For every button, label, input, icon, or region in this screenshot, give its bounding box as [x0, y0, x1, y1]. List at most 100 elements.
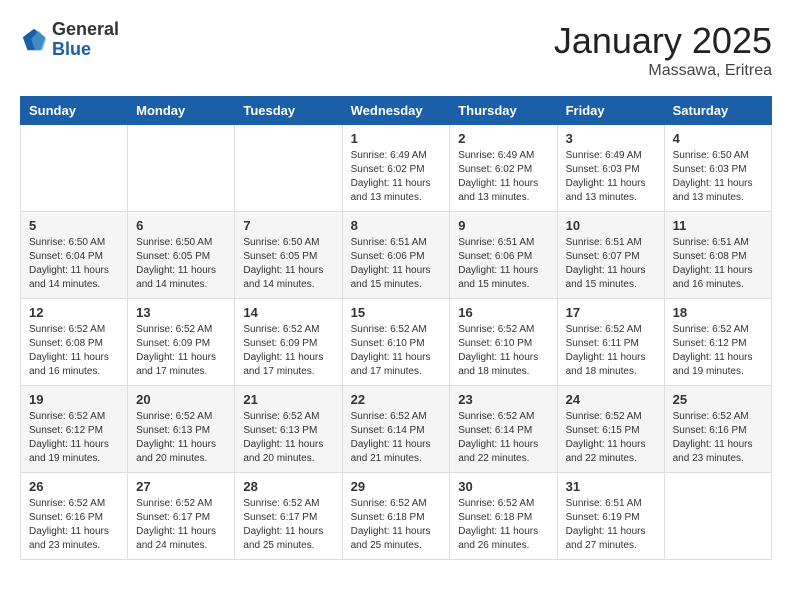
day-number: 17 — [566, 305, 656, 320]
day-content: Sunrise: 6:50 AM Sunset: 6:03 PM Dayligh… — [673, 149, 763, 205]
day-header-friday: Friday — [557, 97, 664, 125]
day-number: 14 — [243, 305, 333, 320]
day-number: 12 — [29, 305, 119, 320]
calendar-cell: 5 Sunrise: 6:50 AM Sunset: 6:04 PM Daylig… — [21, 212, 128, 299]
day-number: 15 — [351, 305, 442, 320]
calendar-cell: 10 Sunrise: 6:51 AM Sunset: 6:07 PM Dayli… — [557, 212, 664, 299]
day-content: Sunrise: 6:52 AM Sunset: 6:13 PM Dayligh… — [243, 410, 333, 466]
day-number: 7 — [243, 218, 333, 233]
day-number: 5 — [29, 218, 119, 233]
day-content: Sunrise: 6:52 AM Sunset: 6:16 PM Dayligh… — [673, 410, 763, 466]
day-number: 8 — [351, 218, 442, 233]
calendar-cell — [128, 125, 235, 212]
calendar-cell: 22Sunrise: 6:52 AM Sunset: 6:14 PM Dayli… — [342, 386, 450, 473]
day-content: Sunrise: 6:51 AM Sunset: 6:19 PM Dayligh… — [566, 497, 656, 553]
logo-general-text: General — [52, 20, 119, 40]
logo-blue-text: Blue — [52, 40, 119, 60]
logo: General Blue — [20, 20, 119, 60]
day-number: 6 — [136, 218, 226, 233]
day-content: Sunrise: 6:52 AM Sunset: 6:11 PM Dayligh… — [566, 323, 656, 379]
day-header-sunday: Sunday — [21, 97, 128, 125]
day-header-saturday: Saturday — [664, 97, 771, 125]
calendar-cell: 8 Sunrise: 6:51 AM Sunset: 6:06 PM Daylig… — [342, 212, 450, 299]
calendar-cell: 15 Sunrise: 6:52 AM Sunset: 6:10 PM Dayli… — [342, 299, 450, 386]
day-content: Sunrise: 6:52 AM Sunset: 6:17 PM Dayligh… — [243, 497, 333, 553]
calendar-cell: 30 Sunrise: 6:52 AM Sunset: 6:18 PM Dayli… — [450, 473, 557, 560]
calendar-cell: 23Sunrise: 6:52 AM Sunset: 6:14 PM Dayli… — [450, 386, 557, 473]
day-number: 1 — [351, 131, 442, 146]
calendar-cell: 1 Sunrise: 6:49 AM Sunset: 6:02 PM Daylig… — [342, 125, 450, 212]
calendar-cell: 25 Sunrise: 6:52 AM Sunset: 6:16 PM Dayli… — [664, 386, 771, 473]
calendar-cell: 16Sunrise: 6:52 AM Sunset: 6:10 PM Dayli… — [450, 299, 557, 386]
calendar-cell: 19 Sunrise: 6:52 AM Sunset: 6:12 PM Dayli… — [21, 386, 128, 473]
day-content: Sunrise: 6:52 AM Sunset: 6:13 PM Dayligh… — [136, 410, 226, 466]
calendar-cell: 21 Sunrise: 6:52 AM Sunset: 6:13 PM Dayli… — [235, 386, 342, 473]
day-number: 20 — [136, 392, 226, 407]
day-content: Sunrise: 6:49 AM Sunset: 6:02 PM Dayligh… — [351, 149, 442, 205]
day-content: Sunrise: 6:49 AM Sunset: 6:03 PM Dayligh… — [566, 149, 656, 205]
day-content: Sunrise: 6:51 AM Sunset: 6:08 PM Dayligh… — [673, 236, 763, 292]
calendar-cell: 27 Sunrise: 6:52 AM Sunset: 6:17 PM Dayli… — [128, 473, 235, 560]
calendar-cell: 3 Sunrise: 6:49 AM Sunset: 6:03 PM Daylig… — [557, 125, 664, 212]
day-content: Sunrise: 6:52 AM Sunset: 6:08 PM Dayligh… — [29, 323, 119, 379]
day-content: Sunrise: 6:50 AM Sunset: 6:05 PM Dayligh… — [243, 236, 333, 292]
day-number: 21 — [243, 392, 333, 407]
day-number: 23 — [458, 392, 548, 407]
day-number: 31 — [566, 479, 656, 494]
day-number: 27 — [136, 479, 226, 494]
calendar-cell: 2Sunrise: 6:49 AM Sunset: 6:02 PM Daylig… — [450, 125, 557, 212]
day-number: 19 — [29, 392, 119, 407]
day-number: 30 — [458, 479, 548, 494]
day-content: Sunrise: 6:49 AM Sunset: 6:02 PM Dayligh… — [458, 149, 548, 205]
day-content: Sunrise: 6:52 AM Sunset: 6:17 PM Dayligh… — [136, 497, 226, 553]
day-header-monday: Monday — [128, 97, 235, 125]
day-content: Sunrise: 6:52 AM Sunset: 6:09 PM Dayligh… — [136, 323, 226, 379]
day-content: Sunrise: 6:51 AM Sunset: 6:06 PM Dayligh… — [351, 236, 442, 292]
day-content: Sunrise: 6:52 AM Sunset: 6:14 PM Dayligh… — [351, 410, 442, 466]
day-content: Sunrise: 6:50 AM Sunset: 6:04 PM Dayligh… — [29, 236, 119, 292]
day-number: 4 — [673, 131, 763, 146]
calendar-cell: 9Sunrise: 6:51 AM Sunset: 6:06 PM Daylig… — [450, 212, 557, 299]
logo-icon — [20, 26, 48, 54]
day-number: 13 — [136, 305, 226, 320]
title-block: January 2025 Massawa, Eritrea — [554, 20, 772, 80]
calendar-cell: 26 Sunrise: 6:52 AM Sunset: 6:16 PM Dayli… — [21, 473, 128, 560]
day-number: 11 — [673, 218, 763, 233]
day-content: Sunrise: 6:52 AM Sunset: 6:12 PM Dayligh… — [673, 323, 763, 379]
day-header-tuesday: Tuesday — [235, 97, 342, 125]
calendar-cell: 20 Sunrise: 6:52 AM Sunset: 6:13 PM Dayli… — [128, 386, 235, 473]
calendar-week-2: 5 Sunrise: 6:50 AM Sunset: 6:04 PM Daylig… — [21, 212, 772, 299]
calendar-cell: 18 Sunrise: 6:52 AM Sunset: 6:12 PM Dayli… — [664, 299, 771, 386]
calendar-cell: 6 Sunrise: 6:50 AM Sunset: 6:05 PM Daylig… — [128, 212, 235, 299]
calendar-header-row: SundayMondayTuesdayWednesdayThursdayFrid… — [21, 97, 772, 125]
day-number: 26 — [29, 479, 119, 494]
day-number: 18 — [673, 305, 763, 320]
day-content: Sunrise: 6:51 AM Sunset: 6:07 PM Dayligh… — [566, 236, 656, 292]
calendar-location: Massawa, Eritrea — [554, 62, 772, 80]
day-content: Sunrise: 6:52 AM Sunset: 6:09 PM Dayligh… — [243, 323, 333, 379]
calendar-cell — [21, 125, 128, 212]
day-number: 29 — [351, 479, 442, 494]
calendar-cell: 11 Sunrise: 6:51 AM Sunset: 6:08 PM Dayli… — [664, 212, 771, 299]
day-number: 10 — [566, 218, 656, 233]
day-content: Sunrise: 6:52 AM Sunset: 6:18 PM Dayligh… — [458, 497, 548, 553]
day-number: 3 — [566, 131, 656, 146]
calendar-cell: 12 Sunrise: 6:52 AM Sunset: 6:08 PM Dayli… — [21, 299, 128, 386]
calendar-cell: 13 Sunrise: 6:52 AM Sunset: 6:09 PM Dayli… — [128, 299, 235, 386]
calendar-cell — [664, 473, 771, 560]
day-header-wednesday: Wednesday — [342, 97, 450, 125]
calendar-cell: 28Sunrise: 6:52 AM Sunset: 6:17 PM Dayli… — [235, 473, 342, 560]
page-header: General Blue January 2025 Massawa, Eritr… — [20, 20, 772, 80]
calendar-cell: 24Sunrise: 6:52 AM Sunset: 6:15 PM Dayli… — [557, 386, 664, 473]
day-content: Sunrise: 6:52 AM Sunset: 6:10 PM Dayligh… — [458, 323, 548, 379]
day-content: Sunrise: 6:52 AM Sunset: 6:10 PM Dayligh… — [351, 323, 442, 379]
calendar-cell: 7 Sunrise: 6:50 AM Sunset: 6:05 PM Daylig… — [235, 212, 342, 299]
day-number: 25 — [673, 392, 763, 407]
day-content: Sunrise: 6:52 AM Sunset: 6:12 PM Dayligh… — [29, 410, 119, 466]
calendar-cell: 29Sunrise: 6:52 AM Sunset: 6:18 PM Dayli… — [342, 473, 450, 560]
day-content: Sunrise: 6:52 AM Sunset: 6:16 PM Dayligh… — [29, 497, 119, 553]
day-content: Sunrise: 6:50 AM Sunset: 6:05 PM Dayligh… — [136, 236, 226, 292]
calendar-week-3: 12 Sunrise: 6:52 AM Sunset: 6:08 PM Dayli… — [21, 299, 772, 386]
calendar-week-4: 19 Sunrise: 6:52 AM Sunset: 6:12 PM Dayli… — [21, 386, 772, 473]
day-content: Sunrise: 6:52 AM Sunset: 6:15 PM Dayligh… — [566, 410, 656, 466]
